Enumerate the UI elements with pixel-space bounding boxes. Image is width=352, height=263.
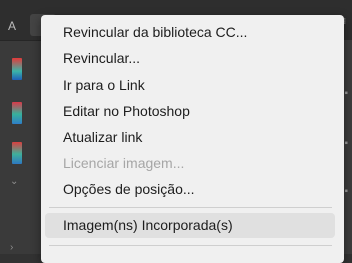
menu-item-edit-in-photoshop[interactable]: Editar no Photoshop (41, 99, 344, 124)
link-thumbnail[interactable] (12, 142, 22, 164)
menu-divider (49, 245, 332, 246)
menu-item-placement-options[interactable]: Opções de posição... (41, 177, 344, 202)
link-thumbnail[interactable] (12, 58, 22, 80)
link-status-icon: ▪ (344, 186, 348, 197)
menu-divider (49, 207, 332, 208)
link-status-icon: ▪ (344, 88, 348, 99)
link-thumbnail[interactable] (12, 102, 22, 124)
menu-item-license-image: Licenciar imagem... (63, 155, 185, 171)
chevron-right-icon[interactable]: › (10, 242, 13, 253)
menu-item-relink-cc-library[interactable]: Revincular da biblioteca CC... (41, 20, 344, 45)
link-status-icon: ▪ (344, 138, 348, 149)
menu-item-update-link[interactable]: Atualizar link (41, 125, 344, 150)
menu-item-relink[interactable]: Revincular... (41, 46, 344, 71)
panel-tab-label[interactable]: A (8, 19, 16, 33)
menu-item-embed-images[interactable]: Imagem(ns) Incorporada(s) (45, 213, 335, 238)
context-menu: Revincular da biblioteca CC... Revincula… (41, 15, 344, 263)
menu-item-go-to-link[interactable]: Ir para o Link (41, 73, 344, 98)
chevron-down-icon[interactable]: ⌄ (10, 176, 18, 187)
